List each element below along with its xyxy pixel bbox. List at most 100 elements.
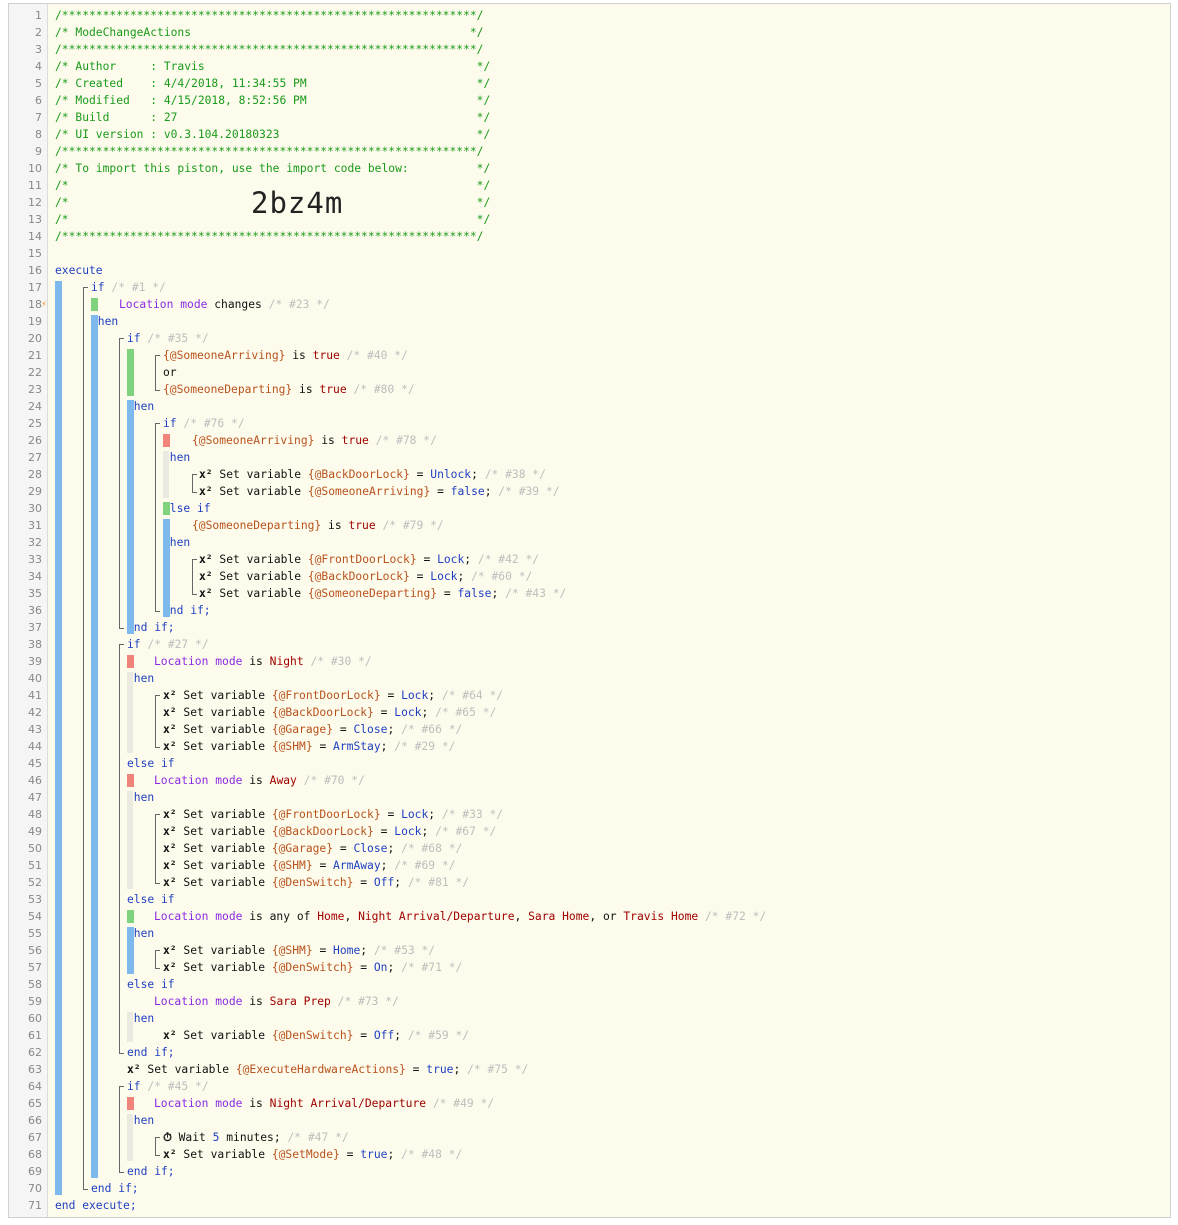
code-line: Location mode is Away /* #70 */ <box>154 772 365 789</box>
action-shade <box>127 672 133 753</box>
code-token: On <box>373 961 388 974</box>
code-token: is <box>242 995 270 1008</box>
code-token: end if; <box>127 1165 175 1178</box>
code-line: end if; <box>163 602 211 619</box>
line-number: 3 <box>35 43 42 56</box>
block-bracket <box>155 355 160 391</box>
code-token: ArmAway <box>333 859 381 872</box>
line-number: 47 <box>28 791 42 804</box>
line-number: 71 <box>28 1199 42 1212</box>
code-token: /* Created : 4/4/2018, 11:34:55 PM */ <box>55 77 491 90</box>
block-bar <box>127 927 134 974</box>
code-token: /* #23 */ <box>261 298 330 311</box>
code-token: Set variable <box>176 723 272 736</box>
block-bracket <box>192 474 197 493</box>
line-number: 28 <box>28 468 42 481</box>
code-line: /* */ <box>55 194 490 211</box>
code-token: end if; <box>127 1046 175 1059</box>
code-line: /***************************************… <box>55 7 483 24</box>
block-bracket <box>83 287 88 1190</box>
code-token: /* #75 */ <box>460 1063 529 1076</box>
line-number: 2 <box>35 26 42 39</box>
action-shade <box>127 791 133 889</box>
code-line: Location mode changes /* #23 */ <box>119 296 330 313</box>
action-shade <box>127 1114 133 1161</box>
code-token: end execute; <box>55 1199 137 1212</box>
code-line: /***************************************… <box>55 41 483 58</box>
code-line: execute <box>55 262 103 279</box>
code-token: Off <box>373 876 395 889</box>
code-token: /* #73 */ <box>330 995 399 1008</box>
code-token: Travis Home <box>623 910 699 923</box>
code-line: /* Modified : 4/15/2018, 8:52:56 PM */ <box>55 92 490 109</box>
code-token: true <box>360 1148 388 1161</box>
block-bar <box>127 400 134 634</box>
code-token: = <box>409 570 431 583</box>
line-number: 1 <box>35 9 42 22</box>
code-token: Set variable <box>176 1029 272 1042</box>
set-variable-icon: x² <box>163 689 177 702</box>
code-token: /* #76 */ <box>176 417 245 430</box>
code-token: /* */ <box>55 213 491 226</box>
condition-false-bar <box>163 434 170 447</box>
code-token: /* #49 */ <box>426 1097 495 1110</box>
code-token: /* #40 */ <box>339 349 408 362</box>
line-number: 61 <box>28 1029 42 1042</box>
set-variable-icon: x² <box>163 723 177 736</box>
code-token: {@BackDoorLock} <box>307 570 410 583</box>
line-number: 34 <box>28 570 42 583</box>
line-number: 60 <box>28 1012 42 1025</box>
code-token: /* #42 */ <box>471 553 540 566</box>
code-token: Set variable <box>176 808 272 821</box>
line-number: 18 <box>28 298 42 311</box>
code-token: Home <box>333 944 361 957</box>
line-number: 35 <box>28 587 42 600</box>
line-number: 45 <box>28 757 42 770</box>
condition-true-bar <box>163 502 170 515</box>
code-token: Sara Home <box>528 910 590 923</box>
code-token: Set variable <box>176 1148 272 1161</box>
code-token: /* #35 */ <box>140 332 209 345</box>
code-token: = <box>416 553 438 566</box>
code-token: = <box>380 689 402 702</box>
code-token: /* #38 */ <box>477 468 546 481</box>
code-line: end if; <box>127 619 175 636</box>
code-token: Location mode <box>119 298 208 311</box>
code-token: is <box>285 349 313 362</box>
set-variable-icon: x² <box>163 842 177 855</box>
code-token: /* #39 */ <box>491 485 560 498</box>
line-number: 23 <box>28 383 42 396</box>
line-number: 49 <box>28 825 42 838</box>
code-line: x² Set variable {@DenSwitch} = Off; /* #… <box>163 1027 469 1044</box>
block-bracket <box>155 814 160 884</box>
code-line: x² Set variable {@Garage} = Close; /* #6… <box>163 840 462 857</box>
code-token: is <box>314 434 342 447</box>
condition-false-bar <box>127 1097 134 1110</box>
code-line: {@SomeoneArriving} is true /* #78 */ <box>192 432 437 449</box>
set-variable-icon: x² <box>199 570 213 583</box>
code-line: /* Created : 4/4/2018, 11:34:55 PM */ <box>55 75 490 92</box>
code-line: x² Set variable {@SomeoneArriving} = fal… <box>199 483 560 500</box>
code-token: else if <box>127 757 175 770</box>
code-token: Night <box>269 655 304 668</box>
code-line: x² Set variable {@SHM} = ArmStay; /* #29… <box>163 738 455 755</box>
code-token: /* Build : 27 */ <box>55 111 491 124</box>
line-number: 26 <box>28 434 42 447</box>
line-number: 16 <box>28 264 42 277</box>
code-token: = <box>312 859 334 872</box>
code-line: else if <box>127 891 175 908</box>
line-number: 29 <box>28 485 42 498</box>
code-token: Close <box>353 842 388 855</box>
code-token: /* #45 */ <box>140 1080 209 1093</box>
code-token: Set variable <box>176 859 272 872</box>
code-token: end if; <box>91 1182 139 1195</box>
code-token: /* #66 */ <box>394 723 463 736</box>
code-token: Away <box>269 774 297 787</box>
code-token: {@SHM} <box>271 944 313 957</box>
code-token: /* */ <box>55 196 491 209</box>
code-token: Close <box>353 723 388 736</box>
code-line: x² Set variable {@ExecuteHardwareActions… <box>127 1061 528 1078</box>
line-number: 22 <box>28 366 42 379</box>
code-token: if <box>127 638 141 651</box>
code-line: {@SomeoneDeparting} is true /* #80 */ <box>163 381 415 398</box>
